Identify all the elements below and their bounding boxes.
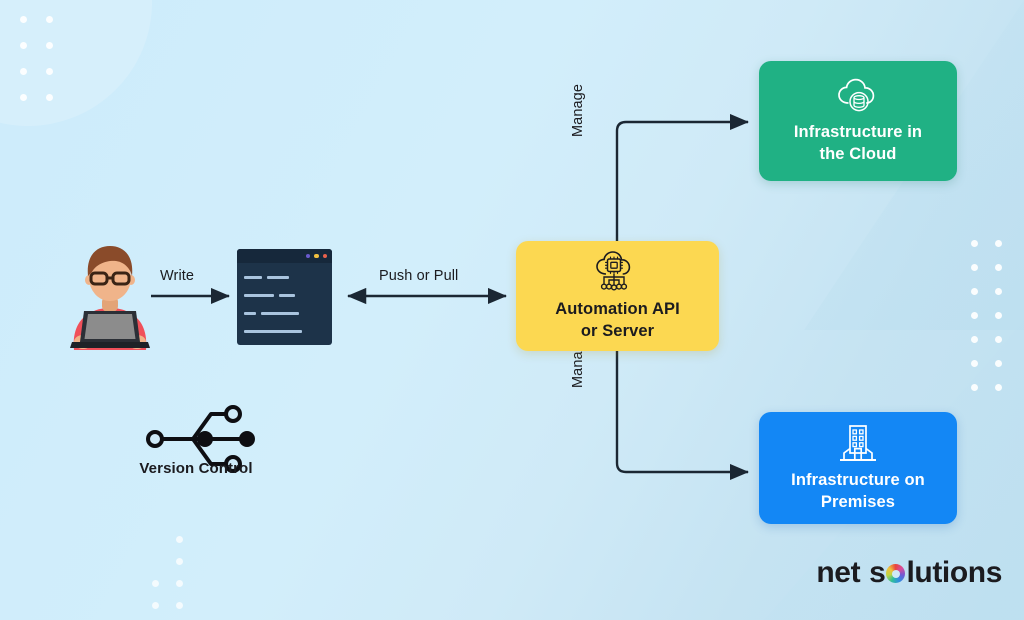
automation-api-node[interactable]: Automation API or Server	[516, 241, 719, 351]
infrastructure-cloud-label: Infrastructure in the Cloud	[793, 122, 923, 163]
cloud-database-icon	[836, 77, 880, 115]
edge-label-push-or-pull: Push or Pull	[379, 268, 459, 284]
edge-label-manage-top: Manage	[570, 84, 586, 137]
logo-word-suffix: lutions	[906, 556, 1002, 589]
multicolor-ring-icon	[886, 564, 906, 583]
logo-word-net: net	[816, 556, 861, 589]
cloud-chip-icon	[593, 250, 643, 292]
diagram-canvas: Version Control Write Push or Pull Manag…	[0, 0, 1024, 620]
office-building-icon	[837, 423, 879, 463]
net-solutions-logo: net s lutions	[816, 556, 1002, 590]
arrow-manage-bottom	[615, 351, 749, 481]
automation-api-label: Automation API or Server	[555, 299, 680, 340]
logo-word-prefix: s	[869, 556, 886, 589]
edge-label-write: Write	[160, 268, 195, 284]
infrastructure-cloud-node[interactable]: Infrastructure in the Cloud	[759, 61, 957, 181]
infrastructure-onprem-node[interactable]: Infrastructure on Premises	[759, 412, 957, 524]
arrow-manage-top	[615, 113, 749, 241]
infrastructure-onprem-label: Infrastructure on Premises	[791, 470, 925, 511]
